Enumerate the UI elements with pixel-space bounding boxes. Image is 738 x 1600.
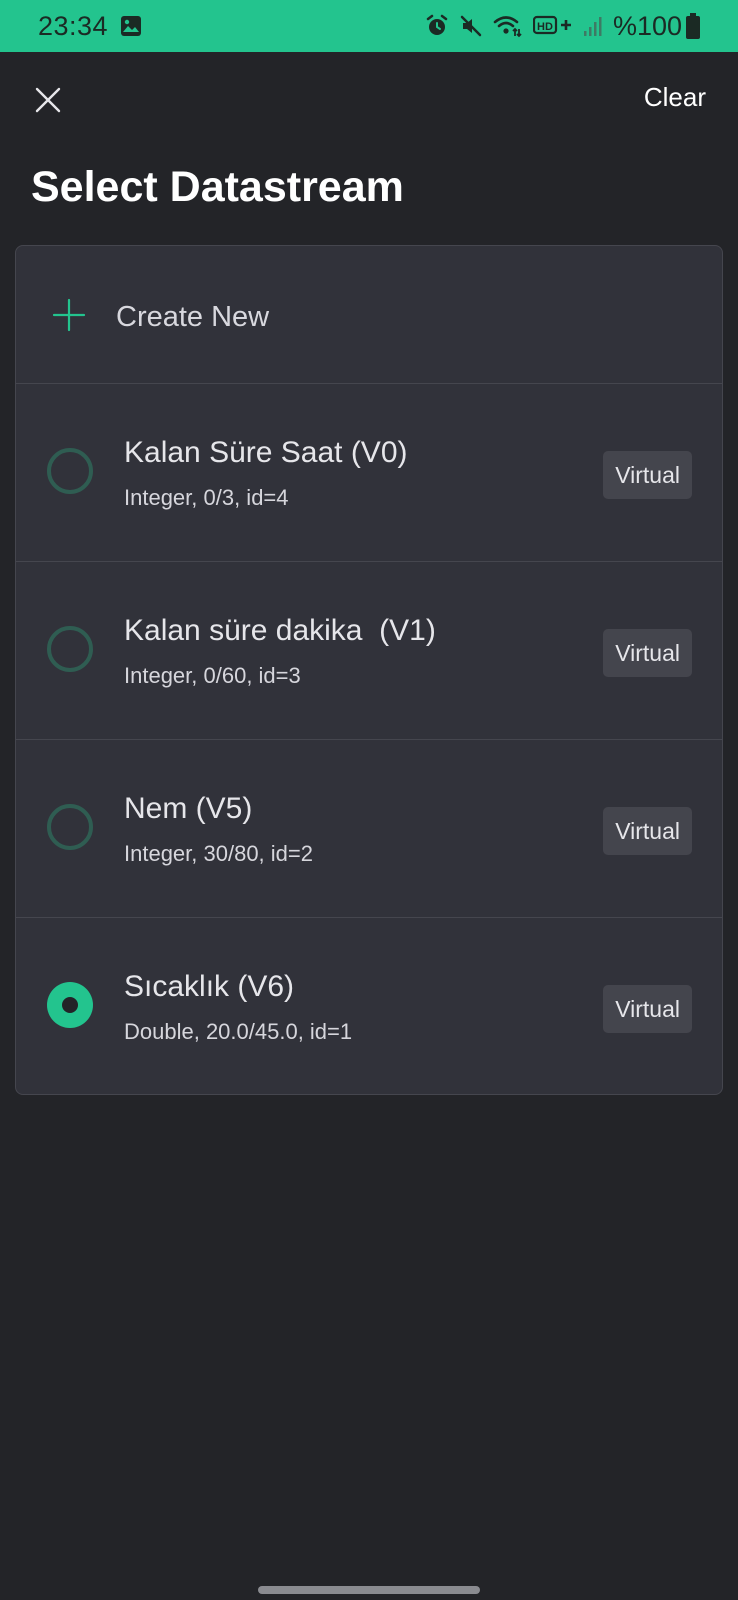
top-bar: Clear [0, 52, 738, 148]
type-badge: Virtual [603, 807, 692, 855]
alarm-icon [425, 14, 449, 38]
type-badge: Virtual [603, 629, 692, 677]
battery-percentage: %100 [612, 10, 682, 41]
status-bar-left: 23:34 [38, 11, 142, 42]
signal-icon [583, 15, 603, 37]
datastream-item-v6[interactable]: Sıcaklık (V6) Double, 20.0/45.0, id=1 Vi… [16, 918, 722, 1094]
close-icon [34, 86, 62, 114]
gallery-icon [120, 15, 142, 37]
home-indicator[interactable] [258, 1586, 480, 1594]
hd-plus-icon: HD [532, 14, 573, 38]
page-title: Select Datastream [31, 163, 404, 211]
status-time: 23:34 [38, 10, 109, 41]
type-badge: Virtual [603, 451, 692, 499]
datastream-item-v0[interactable]: Kalan Süre Saat (V0) Integer, 0/3, id=4 … [16, 384, 722, 561]
datastream-meta: Integer, 0/60, id=3 [124, 663, 301, 688]
create-new-label: Create New [116, 301, 270, 333]
mute-icon [459, 14, 483, 38]
plus-icon [52, 298, 86, 332]
datastream-name: Kalan süre dakika (V1) [124, 614, 436, 647]
status-bar: 23:34 HD %100 [0, 0, 738, 52]
datastream-name: Sıcaklık (V6) [124, 970, 295, 1003]
close-button[interactable] [30, 82, 66, 118]
radio-button-unchecked[interactable] [47, 804, 93, 850]
datastream-list: Create New Kalan Süre Saat (V0) Integer,… [15, 245, 723, 1095]
radio-button-unchecked[interactable] [47, 448, 93, 494]
datastream-item-v5[interactable]: Nem (V5) Integer, 30/80, id=2 Virtual [16, 740, 722, 917]
wifi-icon [493, 14, 523, 38]
svg-text:HD: HD [537, 21, 553, 33]
type-badge: Virtual [603, 985, 692, 1033]
datastream-meta: Integer, 30/80, id=2 [124, 841, 313, 866]
radio-button-checked[interactable] [47, 982, 93, 1028]
datastream-name: Kalan Süre Saat (V0) [124, 436, 408, 469]
datastream-meta: Integer, 0/3, id=4 [124, 485, 289, 510]
create-new-button[interactable]: Create New [16, 246, 722, 383]
datastream-item-v1[interactable]: Kalan süre dakika (V1) Integer, 0/60, id… [16, 562, 722, 739]
datastream-meta: Double, 20.0/45.0, id=1 [124, 1019, 353, 1044]
clear-button[interactable]: Clear [644, 82, 706, 113]
datastream-name: Nem (V5) [124, 792, 253, 825]
battery-icon [686, 13, 700, 39]
radio-button-unchecked[interactable] [47, 626, 93, 672]
status-bar-right: HD %100 [415, 11, 700, 42]
